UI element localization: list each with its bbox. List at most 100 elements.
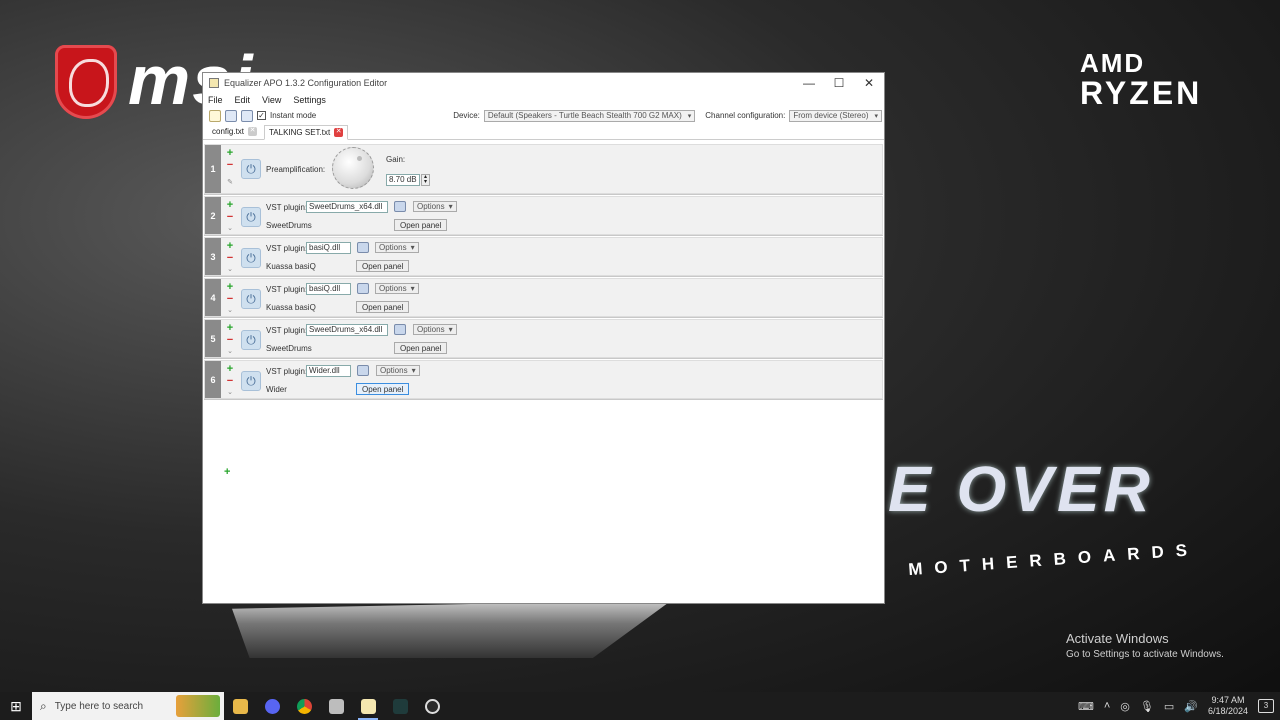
tab-config-txt[interactable]: config.txt ✕ (207, 124, 262, 139)
remove-filter-icon[interactable]: − (227, 376, 233, 387)
open-panel-button[interactable]: Open panel (356, 383, 410, 395)
search-placeholder: Type here to search (54, 700, 144, 712)
expand-icon[interactable]: ⌄ (227, 307, 233, 314)
power-toggle-icon[interactable]: ⏻ (241, 289, 261, 309)
vst-plugin-input[interactable]: SweetDrums_x64.dll (306, 201, 388, 213)
gain-knob[interactable] (332, 147, 374, 189)
microphone-icon[interactable]: 🎙 (1140, 700, 1154, 713)
browse-folder-icon[interactable] (357, 242, 369, 253)
app-icon[interactable] (320, 692, 352, 720)
add-filter-icon[interactable]: + (227, 323, 233, 334)
device-dropdown[interactable]: Default (Speakers - Turtle Beach Stealth… (483, 109, 696, 122)
expand-icon[interactable]: ⌄ (227, 225, 233, 232)
open-panel-button[interactable]: Open panel (356, 301, 410, 313)
instant-mode-checkbox[interactable]: ✓ (257, 111, 266, 120)
keyboard-icon[interactable]: ⌨ (1078, 700, 1094, 713)
browse-folder-icon[interactable] (357, 365, 369, 376)
menu-edit[interactable]: Edit (235, 95, 251, 105)
add-filter-icon[interactable]: + (227, 241, 233, 252)
save-file-icon[interactable] (241, 109, 253, 122)
menu-view[interactable]: View (262, 95, 281, 105)
plugin-name: SweetDrums (266, 221, 312, 230)
file-explorer-icon[interactable] (224, 692, 256, 720)
clock[interactable]: 9:47 AM 6/18/2024 (1208, 695, 1248, 717)
power-toggle-icon[interactable]: ⏻ (241, 330, 261, 350)
add-filter-icon[interactable]: + (227, 200, 233, 211)
equalizer-apo-window: Equalizer APO 1.3.2 Configuration Editor… (202, 72, 885, 604)
close-button[interactable]: ✕ (854, 76, 884, 90)
gain-spinner[interactable]: ▴ ▾ (421, 174, 430, 186)
power-toggle-icon[interactable]: ⏻ (241, 371, 261, 391)
equalizer-apo-taskbar-icon[interactable] (352, 692, 384, 720)
options-dropdown[interactable]: Options ▾ (375, 242, 419, 253)
windows-start-icon[interactable]: ⊞ (0, 692, 32, 720)
remove-filter-icon[interactable]: − (227, 253, 233, 264)
obs-icon[interactable] (416, 692, 448, 720)
vst-plugin-input[interactable]: basiQ.dll (306, 283, 351, 295)
minimize-button[interactable]: — (794, 76, 824, 90)
close-tab-icon[interactable]: ✕ (334, 128, 344, 137)
remove-filter-icon[interactable]: − (227, 212, 233, 223)
options-dropdown[interactable]: Options ▾ (413, 201, 457, 212)
channel-config-dropdown[interactable]: From device (Stereo) ▾ (789, 109, 882, 122)
network-icon[interactable]: ▭ (1164, 700, 1174, 713)
chevron-down-icon: ▾ (448, 325, 453, 334)
title-bar[interactable]: Equalizer APO 1.3.2 Configuration Editor… (203, 73, 884, 93)
add-filter-icon[interactable]: + (227, 364, 233, 375)
row-number: 3 (205, 238, 221, 275)
new-file-icon[interactable] (209, 109, 221, 122)
power-toggle-icon[interactable]: ⏻ (241, 159, 261, 179)
open-panel-button[interactable]: Open panel (356, 260, 410, 272)
open-panel-button[interactable]: Open panel (394, 342, 448, 354)
tray-app-icon[interactable]: ◎ (1120, 700, 1130, 713)
edit-icon[interactable]: ✎ (227, 179, 233, 186)
filter-row-vst: 3 + − ⌄ ⏻ VST plugin: basiQ.dll Options ▾… (204, 237, 883, 276)
add-filter-icon[interactable]: + (227, 282, 233, 293)
chevron-down-icon: ▾ (410, 284, 415, 293)
channel-config-value: From device (Stereo) (793, 111, 869, 120)
tab-talking-set[interactable]: TALKING SET.txt ✕ (264, 125, 349, 140)
taskbar: ⊞ ⌕ Type here to search ⌨ ˄ ◎ 🎙 ▭ 🔊 9:47… (0, 692, 1280, 720)
options-dropdown[interactable]: Options ▾ (376, 365, 420, 376)
notification-center-icon[interactable]: 3 (1258, 699, 1274, 713)
chevron-down-icon: ▾ (448, 202, 453, 211)
vst-plugin-input[interactable]: Wider.dll (306, 365, 351, 377)
audio-app-icon[interactable] (384, 692, 416, 720)
options-dropdown[interactable]: Options ▾ (413, 324, 457, 335)
vst-plugin-label: VST plugin: (266, 203, 308, 212)
browse-folder-icon[interactable] (357, 283, 369, 294)
add-filter-icon[interactable]: + (224, 467, 230, 478)
gain-input[interactable]: 8.70 dB (386, 174, 420, 186)
remove-filter-icon[interactable]: − (227, 335, 233, 346)
search-icon: ⌕ (40, 698, 47, 713)
expand-icon[interactable]: ⌄ (227, 266, 233, 273)
remove-filter-icon[interactable]: − (227, 160, 233, 171)
maximize-button[interactable]: ☐ (824, 76, 854, 90)
menu-file[interactable]: File (208, 95, 223, 105)
volume-icon[interactable]: 🔊 (1184, 700, 1198, 713)
options-label: Options (417, 202, 445, 211)
remove-filter-icon[interactable]: − (227, 294, 233, 305)
close-tab-icon[interactable]: ✕ (248, 127, 258, 136)
browse-folder-icon[interactable] (394, 324, 406, 335)
vst-plugin-input[interactable]: SweetDrums_x64.dll (306, 324, 388, 336)
vst-plugin-label: VST plugin: (266, 326, 308, 335)
open-file-icon[interactable] (225, 109, 237, 122)
expand-icon[interactable]: ⌄ (227, 389, 233, 396)
browse-folder-icon[interactable] (394, 201, 406, 212)
chevron-up-icon[interactable]: ˄ (1104, 700, 1110, 712)
chrome-icon[interactable] (288, 692, 320, 720)
app-icon (209, 78, 219, 88)
discord-icon[interactable] (256, 692, 288, 720)
activate-title: Activate Windows (1066, 631, 1169, 646)
vst-plugin-input[interactable]: basiQ.dll (306, 242, 351, 254)
add-filter-icon[interactable]: + (227, 148, 233, 159)
open-panel-button[interactable]: Open panel (394, 219, 448, 231)
expand-icon[interactable]: ⌄ (227, 348, 233, 355)
power-toggle-icon[interactable]: ⏻ (241, 207, 261, 227)
game-over-text: E OVER (888, 453, 1154, 525)
menu-settings[interactable]: Settings (293, 95, 326, 105)
taskbar-search[interactable]: ⌕ Type here to search (32, 692, 224, 720)
power-toggle-icon[interactable]: ⏻ (241, 248, 261, 268)
options-dropdown[interactable]: Options ▾ (375, 283, 419, 294)
